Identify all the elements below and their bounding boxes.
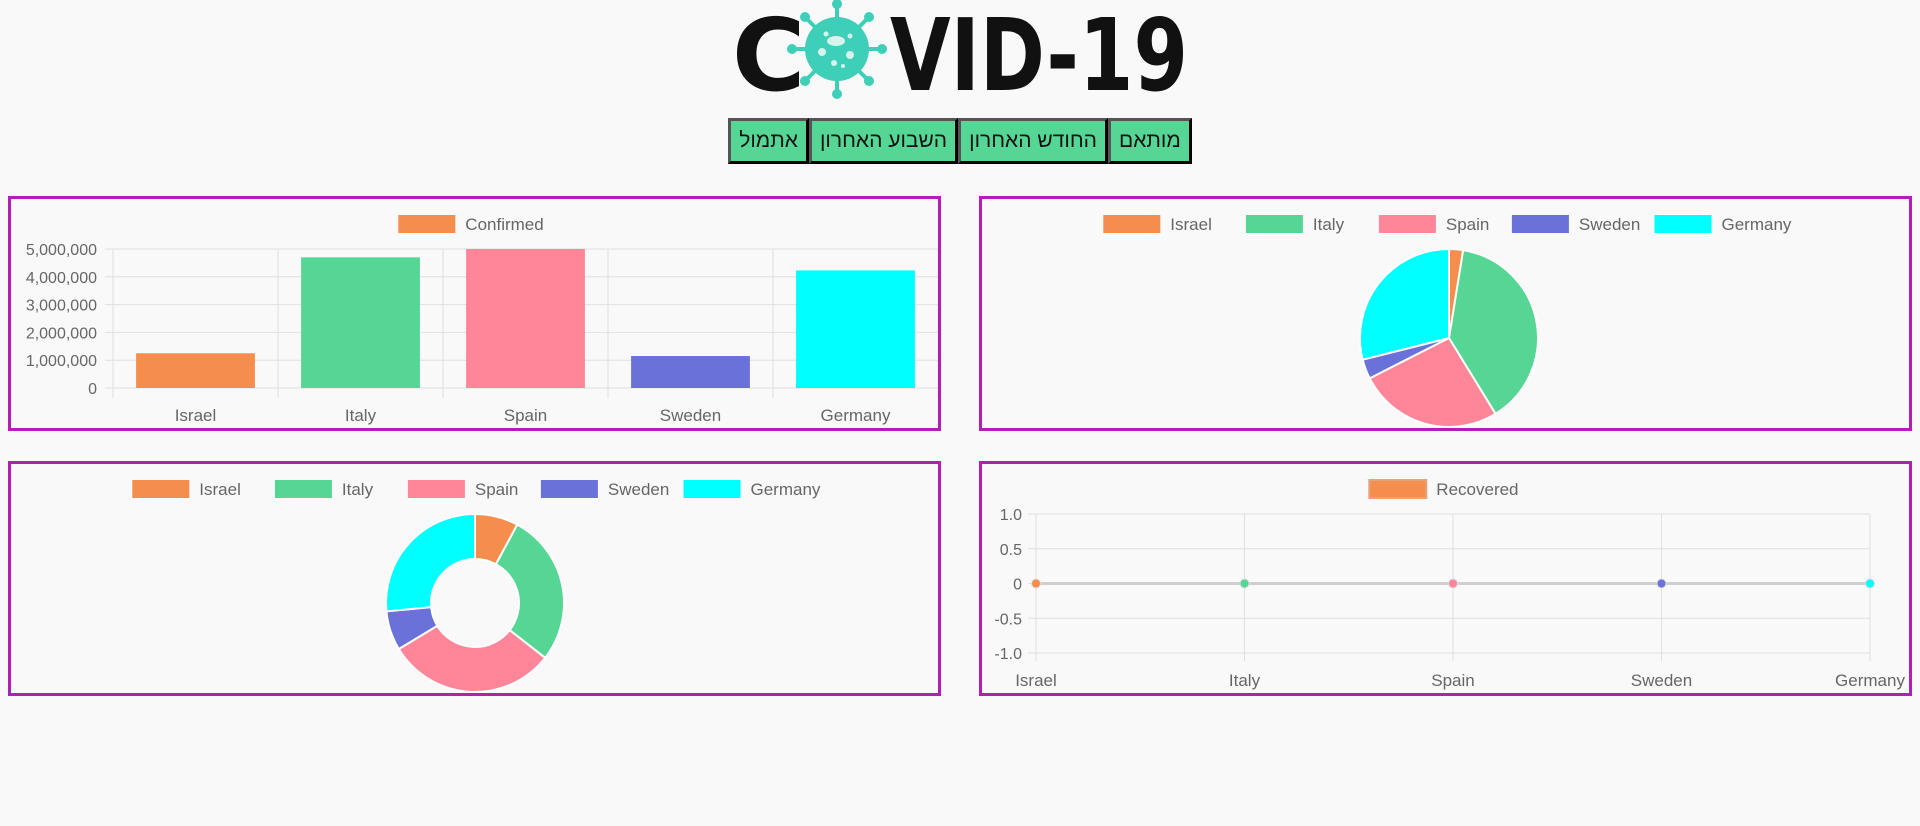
x-tick-label-germany: Germany	[1835, 671, 1905, 690]
legend-label-sweden: Sweden	[1579, 215, 1640, 234]
bar-sweden	[631, 356, 750, 388]
custom-range-button[interactable]: מותאם	[1107, 118, 1192, 164]
y-tick-label: -0.5	[994, 611, 1022, 628]
y-tick-label: 5,000,000	[26, 242, 97, 259]
x-tick-label-spain: Spain	[504, 406, 547, 425]
y-tick-label: 0	[1013, 577, 1022, 594]
legend-label-spain: Spain	[475, 480, 518, 499]
y-tick-label: 1.0	[1000, 507, 1022, 524]
y-tick-label: 0	[88, 381, 97, 398]
logo-letter-c: C	[732, 0, 805, 102]
x-tick-label-spain: Spain	[1431, 671, 1474, 690]
legend-swatch-spain	[1378, 215, 1436, 233]
countries-pie-chart: Israel Italy Spain Sweden Germany	[1103, 215, 1792, 428]
legend-swatch-sweden	[1511, 215, 1569, 233]
y-tick-label: 0.5	[1000, 542, 1022, 559]
last-week-button[interactable]: השבוע האחרון	[808, 118, 959, 164]
x-tick-label-italy: Italy	[345, 406, 377, 425]
legend-swatch-israel	[1103, 215, 1161, 233]
point-italy	[1239, 578, 1250, 589]
legend-swatch-sweden	[540, 480, 598, 498]
legend-label-italy: Italy	[342, 480, 374, 499]
legend-label-spain: Spain	[1446, 215, 1489, 234]
legend-swatch-recovered	[1368, 479, 1428, 499]
legend-label-italy: Italy	[1313, 215, 1345, 234]
legend-label-israel: Israel	[199, 480, 241, 499]
y-tick-label: 1,000,000	[26, 353, 97, 370]
bar-germany	[796, 270, 915, 388]
point-spain	[1448, 578, 1458, 589]
logo-text-rest: VID-19	[890, 0, 1188, 102]
pie-chart-panel: Israel Italy Spain Sweden Germany	[979, 196, 1912, 431]
legend-swatch-confirmed	[398, 215, 456, 233]
legend-label-germany: Germany	[1722, 215, 1792, 234]
legend-label-confirmed: Confirmed	[465, 215, 543, 234]
yesterday-button[interactable]: אתמול	[728, 118, 809, 164]
x-tick-label-germany: Germany	[821, 406, 891, 425]
y-tick-label: 2,000,000	[26, 325, 97, 342]
recovered-line-chart: Recovered 1.0 0.5 0 -0.5 -1.0 Israel Italy Spain…	[994, 479, 1905, 690]
countries-doughnut-chart: Israel Italy Spain Sweden Germany	[132, 480, 821, 693]
point-israel	[1031, 578, 1041, 589]
y-tick-label: 4,000,000	[26, 270, 97, 287]
confirmed-bar-chart: Confirmed 5,000,000 4,000,000 3,000,000 2,00…	[26, 215, 938, 425]
bar-israel	[136, 353, 255, 388]
x-tick-label-israel: Israel	[1015, 671, 1057, 690]
x-tick-label-israel: Israel	[175, 406, 217, 425]
y-tick-label: 3,000,000	[26, 298, 97, 315]
recovered-line-chart-panel: Recovered 1.0 0.5 0 -0.5 -1.0 Israel Italy Spain…	[979, 461, 1912, 696]
last-month-button[interactable]: החודש האחרון	[958, 118, 1108, 164]
legend-swatch-germany	[1654, 215, 1712, 233]
point-sweden	[1656, 578, 1667, 589]
legend-swatch-israel	[132, 480, 190, 498]
legend-swatch-germany	[683, 480, 741, 498]
legend-label-israel: Israel	[1170, 215, 1212, 234]
x-tick-label-sweden: Sweden	[1631, 671, 1692, 690]
confirmed-bar-chart-panel: Confirmed 5,000,000 4,000,000 3,000,000 2,00…	[8, 196, 941, 431]
y-tick-label: -1.0	[994, 646, 1022, 663]
legend-label-germany: Germany	[751, 480, 821, 499]
point-germany	[1865, 578, 1875, 589]
legend-swatch-spain	[407, 480, 465, 498]
legend-label-sweden: Sweden	[608, 480, 669, 499]
range-nav: מותאם החודש האחרון השבוע האחרון אתמול	[0, 118, 1920, 164]
x-tick-label-sweden: Sweden	[660, 406, 721, 425]
legend-swatch-italy	[1245, 215, 1303, 233]
bar-italy	[301, 257, 420, 388]
legend-label-recovered: Recovered	[1436, 480, 1518, 499]
doughnut-slice-germany	[385, 512, 476, 613]
doughnut-chart-panel: Israel Italy Spain Sweden Germany	[8, 461, 941, 696]
x-tick-label-italy: Italy	[1229, 671, 1261, 690]
legend-swatch-italy	[274, 480, 332, 498]
bar-spain	[466, 249, 585, 388]
covid19-logo: C VID-19	[732, 0, 1188, 102]
